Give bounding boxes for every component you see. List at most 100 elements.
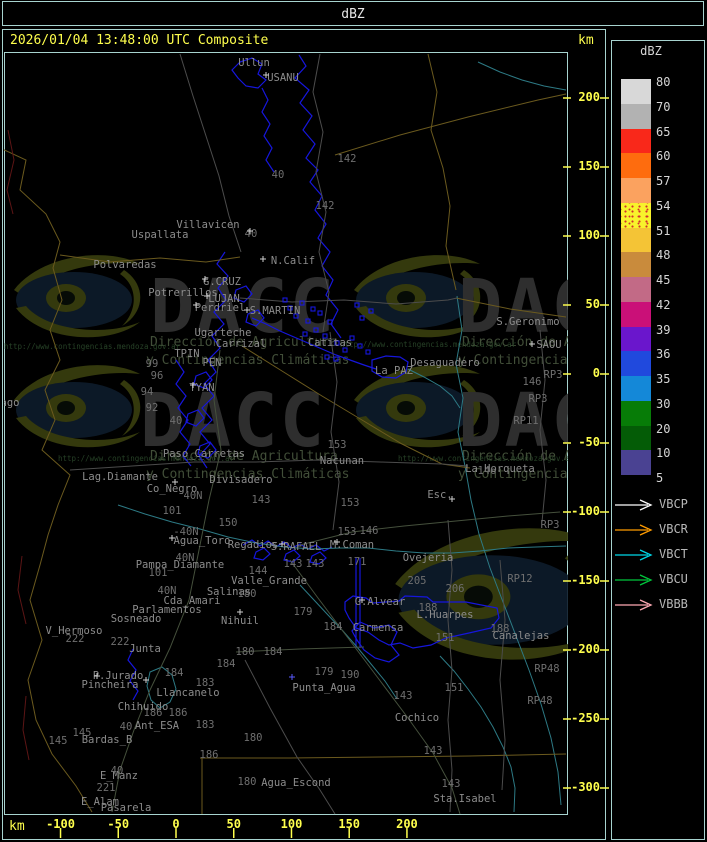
map-route-label: 184 [264,646,283,658]
map-route-label: 146 [523,376,542,388]
map-line-red [6,129,15,215]
dbz-scale-label: 42 [656,297,671,312]
map-place-label: Catitas [308,337,352,349]
map-place-label: Nihuil [221,615,259,627]
dbz-scale-label: 10 [656,446,671,461]
v-axis-tick-label: -100 [571,504,600,518]
dbz-scale-block [621,252,651,277]
dbz-scale-label: 20 [656,421,671,436]
dbz-scale-label: 35 [656,372,671,386]
map-route-label: 143 [252,494,271,506]
vector-legend-label: VBCT [659,547,688,561]
map-place-label: ago [1,397,20,409]
map-place-label: Pincheira [82,679,139,691]
map-lagoon-icon [365,349,371,355]
map-place-label: PEN [203,357,222,369]
map-place-label: TPIN [174,348,199,360]
v-axis-tick-label: -50 [578,435,600,449]
h-axis-tick-label: 200 [396,817,418,831]
watermark-url: http://www.contingencias.mendoza.gov.ar [340,340,517,349]
dbz-scale-block [621,376,651,401]
map-place-label: Ovejeria [403,552,454,564]
dbz-scale-block [621,202,651,228]
map-place-label: Carmensa [353,622,404,634]
map-route-label: 143 [284,558,303,570]
map-route-label: 153 [341,497,360,509]
map-place-label: Esc. [427,489,452,501]
map-place-label: Punta_Agua [292,682,355,694]
map-line-route [235,646,365,653]
v-axis-tick-label: -250 [571,711,600,725]
map-place-label: Ant_ESA [135,720,180,732]
map-place-label: Agua_Escond [261,777,331,789]
map-place-label: Cochico [395,712,439,724]
dbz-scale-label: 65 [656,124,671,139]
map-place-label: Divisadero [209,474,272,486]
map-route-label: RP12 [507,573,532,585]
map-route-label: 180 [238,776,257,788]
dbz-scale-label: 51 [656,223,671,238]
map-place-label: SAOU [536,339,561,351]
map-route-label: 153 [328,439,347,451]
map-line-olive [427,53,457,291]
map-route-label: -40N [173,526,198,538]
dbz-scale-label: 70 [656,99,671,114]
map-route-label: 40 [111,765,124,777]
map-route-label: 145 [73,727,92,739]
map-route-label: 94 [141,386,154,398]
vbct-arrow-icon [615,549,653,561]
map-route-label: 184 [324,621,343,633]
v-axis-tick-label: 200 [578,90,600,104]
vbcr-arrow-icon [615,524,653,536]
v-axis-tick-label: 50 [585,297,600,311]
map-route-label: 92 [146,402,159,414]
map-place-label: Carrizal [216,338,267,350]
vbcu-arrow-icon [615,574,653,586]
map-place-label: Paso_Carretas [163,448,245,460]
map-place-label: S.RAFAEL [271,541,322,553]
map-route-label: 222 [66,633,85,645]
dbz-scale-block [621,103,651,129]
map-route-label: RP3 [544,369,563,381]
vector-legend-label: VBCR [659,522,688,536]
map-route-label: 143 [394,690,413,702]
dbz-scale-block [621,227,651,253]
map-place-label: Uspallata [132,229,189,241]
map-route-label: 186 [169,707,188,719]
map-route-label: 40N [158,585,177,597]
map-place-label: Desaguadero [410,357,480,369]
dbz-scale-block [621,450,651,475]
dbz-scale-label: 5 [656,471,664,485]
map-line-olive [334,93,567,156]
map-place-label: Pasarela [101,802,152,814]
vector-legend-label: VBCP [659,497,688,511]
dbz-scale-block [621,326,651,352]
map-place-label: Polvaredas [93,259,156,271]
map-route-label: 150 [219,517,238,529]
h-axis-tick-label: -50 [107,817,130,831]
h-axis-tick-label: 50 [226,817,241,831]
map-route-label: 151 [445,682,464,694]
map-route-label: 186 [144,707,163,719]
map-route-label: 221 [97,782,116,794]
map-route-label: 146 [478,465,497,477]
v-axis-tick-label: 100 [578,228,600,242]
v-axis-tick-label: -300 [571,780,600,794]
map-route-label: 101 [149,567,168,579]
map-route-label: 146 [360,525,379,537]
map-route-label: RP3 [529,393,548,405]
map-route-label: RP3 [541,519,560,531]
map-route-label: 205 [408,575,427,587]
map-place-label: Sosneado [111,613,162,625]
map-route-label: 40 [170,415,183,427]
map-route-label: 99 [146,358,159,370]
legend-title: dBZ [640,44,662,58]
h-axis-tick-label: -100 [46,817,75,831]
v-axis-tick-label: 150 [578,159,600,173]
map-route-label: 142 [338,153,357,165]
dbz-scale-label: 54 [656,198,671,213]
map-route-label: 40 [245,228,258,240]
map-lagoon-icon [359,315,365,321]
map-route-label: 180 [236,646,255,658]
vector-legend-label: VBBB [659,597,688,611]
